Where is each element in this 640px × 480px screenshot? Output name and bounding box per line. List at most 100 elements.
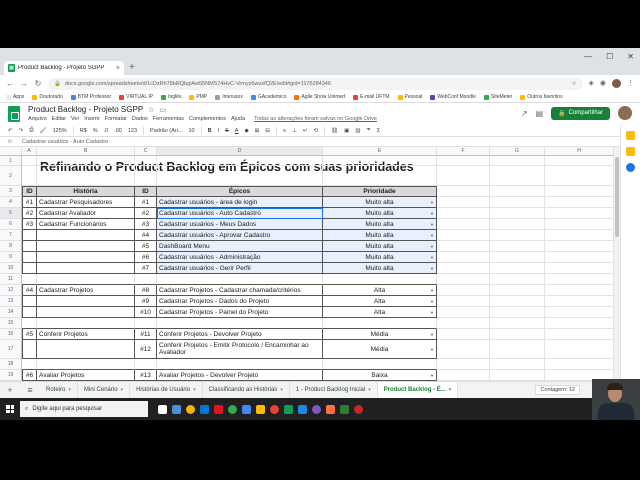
table-cell-epic-id[interactable]: #2 — [135, 208, 157, 219]
row-header[interactable]: 8 — [0, 241, 22, 252]
table-cell-epico[interactable]: Cadastrar Projetos - Painel do Projeto — [157, 307, 323, 318]
taskbar-app-icon[interactable] — [228, 404, 237, 414]
table-cell-historia[interactable] — [37, 230, 135, 241]
row-header[interactable]: 11 — [0, 274, 22, 285]
filter-icon[interactable]: ⏷ — [367, 127, 371, 134]
taskbar-app-icon[interactable] — [214, 404, 223, 414]
grid-cell[interactable] — [37, 156, 135, 166]
extension-icon[interactable]: ◉ — [600, 79, 606, 88]
dropdown-arrow-icon[interactable]: ▼ — [430, 266, 611, 271]
dropdown-arrow-icon[interactable]: ▼ — [430, 211, 611, 216]
chart-icon[interactable]: ▥ — [355, 128, 360, 134]
share-button[interactable]: 🔒 Compartilhar — [551, 106, 610, 120]
grid-cell[interactable] — [490, 274, 545, 285]
taskbar-app-icon[interactable] — [200, 404, 209, 414]
folder-icon[interactable]: ▭ — [159, 106, 166, 114]
table-cell-id[interactable] — [22, 263, 37, 274]
grid-corner[interactable] — [0, 147, 22, 156]
back-icon[interactable]: ← — [6, 79, 14, 88]
grid-cell[interactable] — [22, 156, 37, 166]
dropdown-arrow-icon[interactable]: ▼ — [430, 255, 611, 260]
table-cell-epico[interactable]: Cadastrar usuários - Aprovar Cadastro — [157, 230, 323, 241]
taskbar-app-icon[interactable] — [158, 404, 167, 414]
grid-cell[interactable] — [437, 186, 490, 197]
taskbar-search[interactable]: ⌕ Digite aqui para pesquisar — [20, 401, 148, 417]
grid-cell[interactable] — [437, 318, 490, 329]
redo-icon[interactable]: ↷ — [19, 128, 24, 134]
rotate-icon[interactable]: ⟲ — [314, 128, 319, 134]
table-cell-id[interactable] — [22, 340, 37, 359]
sheet-tab[interactable]: Product Backlog - É... ▾ — [377, 382, 459, 398]
sheet-tab[interactable]: Histórias de Usuário ▾ — [130, 382, 203, 398]
priority-select[interactable]: Muito alta — [323, 263, 437, 274]
bookmark-item[interactable]: Apps — [6, 94, 24, 100]
text-color-icon[interactable]: A — [235, 128, 239, 134]
taskbar-app-icon[interactable] — [172, 404, 181, 414]
table-cell-epic-id[interactable]: #5 — [135, 241, 157, 252]
taskbar-app-icon[interactable] — [340, 404, 349, 414]
grid-cell[interactable] — [545, 274, 614, 285]
table-cell-epic-id[interactable]: #8 — [135, 285, 157, 296]
activity-icon[interactable]: ↗ — [521, 109, 528, 118]
grid-cell[interactable] — [490, 156, 545, 166]
browser-tab[interactable]: ▦ Product Backlog - Projeto SGPP × — [4, 61, 124, 75]
table-cell-id[interactable] — [22, 252, 37, 263]
table-cell-epico[interactable]: Cadastrar usuários - área de login — [157, 197, 323, 208]
currency-button[interactable]: R$ — [80, 128, 87, 134]
bookmark-item[interactable]: Pessoal — [397, 94, 422, 100]
table-cell-id[interactable] — [22, 230, 37, 241]
spacer-cell[interactable] — [157, 274, 323, 285]
reload-icon[interactable]: ↻ — [34, 79, 42, 88]
function-icon[interactable]: Σ — [377, 128, 380, 134]
taskbar-app-icon[interactable] — [298, 404, 307, 414]
sheet-tab[interactable]: 1 - Product Backlog Inicial ▾ — [290, 382, 378, 398]
bookmark-item[interactable]: E-mail UFTM — [353, 94, 390, 100]
spacer-cell[interactable] — [157, 318, 323, 329]
grid-cell[interactable] — [437, 166, 490, 186]
grid-cell[interactable] — [157, 156, 323, 166]
bookmark-item[interactable]: VIRTUAL IP — [119, 94, 153, 100]
priority-select[interactable]: Alta — [323, 285, 437, 296]
spacer-cell[interactable] — [135, 318, 157, 329]
borders-icon[interactable]: ⊞ — [255, 128, 260, 134]
row-header[interactable]: 14 — [0, 307, 22, 318]
grid-cell[interactable] — [323, 156, 437, 166]
grid-cell[interactable] — [545, 186, 614, 197]
bookmark-item[interactable]: Doutorado — [32, 94, 63, 100]
zoom-select[interactable]: 125% — [53, 128, 67, 134]
row-header[interactable]: 3 — [0, 186, 22, 197]
spacer-cell[interactable] — [22, 318, 37, 329]
grid-cell[interactable] — [437, 274, 490, 285]
dropdown-arrow-icon[interactable]: ▼ — [430, 373, 611, 378]
table-cell-id[interactable] — [22, 241, 37, 252]
table-cell-id[interactable]: #1 — [22, 197, 37, 208]
dropdown-arrow-icon[interactable]: ▼ — [430, 244, 611, 249]
row-header[interactable]: 13 — [0, 296, 22, 307]
spacer-cell[interactable] — [37, 359, 135, 370]
table-cell-historia[interactable]: Cadastrar Projetos — [37, 285, 135, 296]
grid-cell[interactable] — [545, 359, 614, 370]
comment-icon[interactable]: ▣ — [344, 128, 349, 134]
taskbar-app-icon[interactable] — [270, 404, 279, 414]
table-cell-epic-id[interactable]: #4 — [135, 230, 157, 241]
spacer-cell[interactable] — [37, 274, 135, 285]
fill-color-icon[interactable]: ◆ — [244, 128, 248, 134]
account-avatar[interactable] — [618, 106, 632, 120]
bookmark-star-icon[interactable]: ☆ — [572, 81, 577, 87]
bookmark-item[interactable]: PMP — [189, 94, 207, 100]
grid-cell[interactable] — [545, 156, 614, 166]
grid-cell[interactable] — [37, 166, 135, 186]
star-icon[interactable]: ☆ — [148, 106, 154, 114]
taskbar-app-icon[interactable] — [326, 404, 335, 414]
dropdown-arrow-icon[interactable]: ▼ — [430, 310, 611, 315]
column-header-b[interactable]: B — [37, 147, 135, 156]
more-formats-button[interactable]: 123 — [128, 128, 137, 134]
increase-decimal-button[interactable]: .00 — [114, 128, 122, 134]
column-header-a[interactable]: A — [22, 147, 37, 156]
table-cell-epico[interactable]: Cadastrar usuários - Auto Cadastro — [157, 208, 323, 219]
chevron-down-icon[interactable]: ▾ — [449, 387, 452, 393]
browser-menu-icon[interactable]: ⋮ — [627, 79, 634, 88]
table-cell-epic-id[interactable]: #9 — [135, 296, 157, 307]
priority-select[interactable]: Muito alta — [323, 197, 437, 208]
grid-cell[interactable] — [437, 359, 490, 370]
